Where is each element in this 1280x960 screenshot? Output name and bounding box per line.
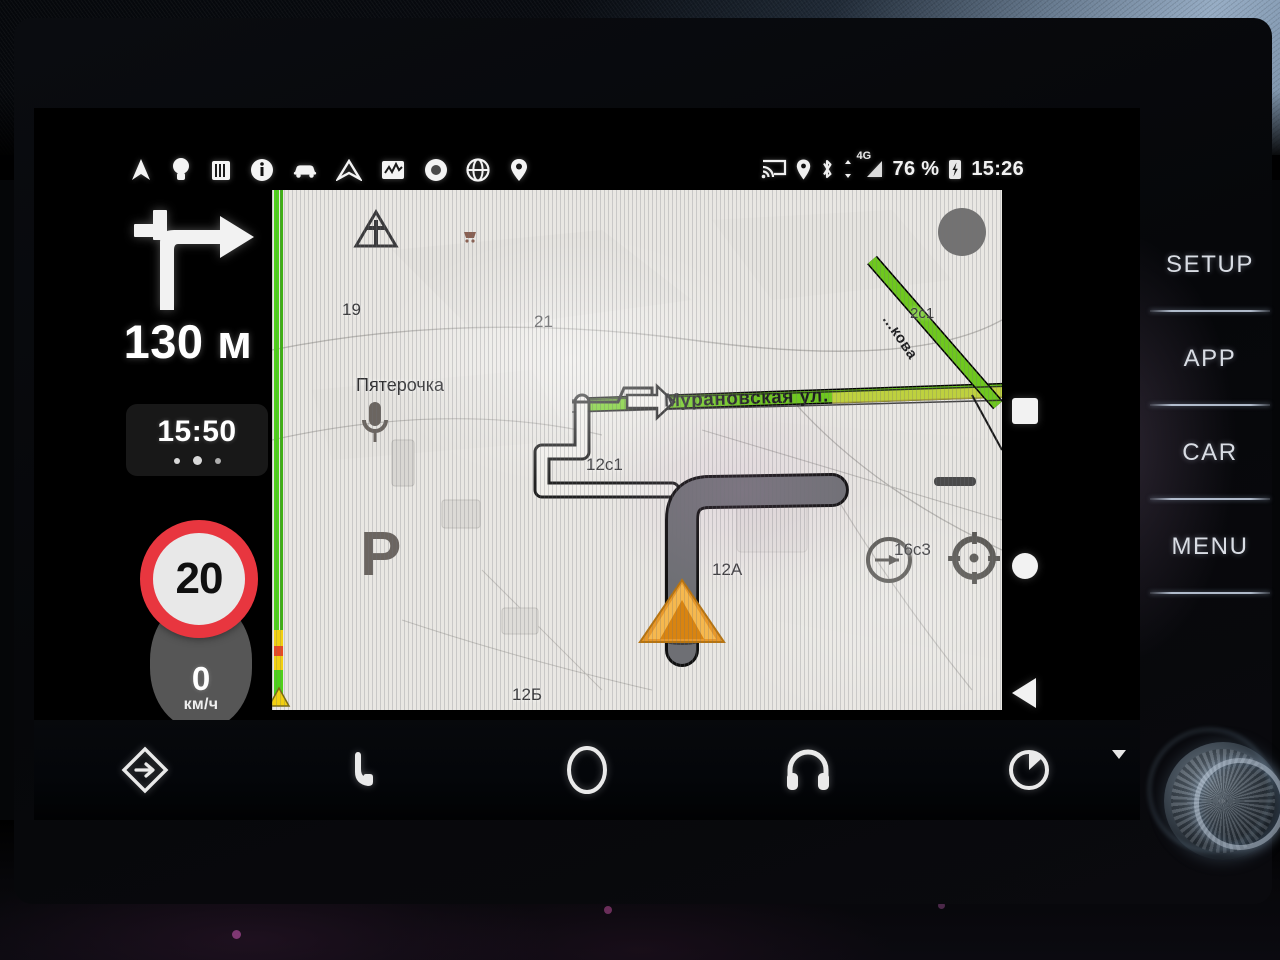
chevron-down-icon[interactable] — [1112, 750, 1127, 759]
hw-menu-button[interactable]: MENU — [1148, 500, 1272, 594]
phone-icon — [354, 752, 373, 786]
phone-button[interactable] — [255, 720, 476, 820]
calendar-icon[interactable] — [210, 156, 232, 184]
back-triangle-button[interactable] — [1012, 678, 1036, 708]
svg-text:P: P — [360, 520, 401, 589]
turn-right-arrow-icon — [134, 210, 254, 310]
turn-distance-label: 130 м — [123, 315, 253, 368]
compass-arrow-icon[interactable] — [336, 156, 362, 184]
hw-car-label: CAR — [1182, 439, 1238, 466]
signal-bars-icon — [865, 159, 884, 179]
chart-icon[interactable] — [380, 156, 406, 184]
bottom-navigation-bar — [34, 720, 1140, 820]
info-icon[interactable] — [250, 156, 274, 184]
cast-icon — [761, 159, 787, 179]
speed-unit-label: км/ч — [183, 696, 219, 713]
app-icon-toolbar — [130, 150, 530, 190]
speed-limit-value: 20 — [175, 554, 224, 603]
hw-app-label: APP — [1183, 345, 1237, 372]
knob-illumination-ring — [1194, 758, 1280, 850]
speed-limit-sign: 20 — [140, 520, 258, 638]
eta-time-label: 15:50 — [157, 415, 237, 448]
status-bar: 4G 76 % 15:26 — [761, 150, 1024, 184]
hw-setup-label: SETUP — [1165, 251, 1254, 278]
home-circle-icon — [567, 746, 607, 794]
hw-app-button[interactable]: APP — [1148, 312, 1272, 406]
headphones-icon — [787, 749, 830, 790]
globe-icon[interactable] — [466, 156, 490, 184]
building-label-12a: 12А — [712, 560, 743, 579]
map-geometry-layer: P — [272, 190, 1002, 710]
battery-percent-label: 76 % — [892, 157, 940, 180]
hw-separator — [1150, 592, 1270, 594]
volume-dial-icon — [1009, 750, 1050, 790]
lightbulb-icon[interactable] — [170, 156, 192, 184]
media-button[interactable] — [698, 720, 919, 820]
hw-setup-button[interactable]: SETUP — [1148, 218, 1272, 312]
building-label-16s3: 16с3 — [894, 540, 931, 559]
building-label-12b: 12Б — [512, 685, 543, 704]
car-dashboard: 4G 76 % 15:26 130 м 15:50 0 км/ч 20 P Пя… — [0, 0, 1280, 960]
current-speed-value: 0 — [191, 660, 211, 697]
guidance-panel: 130 м 15:50 0 км/ч 20 — [104, 202, 274, 782]
cellular-signal-icon: 4G — [843, 150, 871, 180]
status-clock: 15:26 — [971, 157, 1024, 180]
head-unit-screen: 4G 76 % 15:26 130 м 15:50 0 км/ч 20 P Пя… — [34, 108, 1140, 820]
car-icon[interactable] — [292, 156, 318, 184]
home-button[interactable] — [476, 720, 697, 820]
disc-icon[interactable] — [424, 156, 448, 184]
eta-card[interactable]: 15:50 — [126, 404, 268, 476]
eta-pager-dots[interactable] — [173, 456, 221, 465]
building-label-19: 19 — [342, 300, 361, 319]
map-pin-icon[interactable] — [508, 156, 530, 184]
nav-diamond-icon — [121, 746, 168, 794]
poi-label-pyaterochka[interactable]: Пятерочка — [356, 375, 444, 396]
building-label-21: 21 — [534, 312, 553, 331]
screen-side-controls — [1006, 288, 1054, 718]
stop-square-button[interactable] — [1012, 398, 1038, 424]
map-view[interactable]: P Пятерочка 19 21 2с1 12с1 12А 16с3 12Б … — [272, 190, 1002, 710]
battery-charging-icon — [948, 159, 962, 180]
building-label-2s1: 2с1 — [910, 305, 935, 322]
record-circle-button[interactable] — [1012, 553, 1038, 579]
location-pin-icon — [796, 159, 811, 180]
hw-menu-label: MENU — [1171, 533, 1249, 560]
hw-car-button[interactable]: CAR — [1148, 406, 1272, 500]
hardware-menu-column: SETUP APP CAR MENU — [1148, 218, 1272, 608]
navigation-arrow-icon[interactable] — [130, 156, 152, 184]
bluetooth-icon — [820, 158, 834, 180]
volume-button[interactable] — [919, 720, 1140, 820]
speed-cluster: 0 км/ч 20 — [122, 520, 272, 748]
navigation-button[interactable] — [34, 720, 255, 820]
building-label-12s1: 12с1 — [586, 455, 623, 474]
